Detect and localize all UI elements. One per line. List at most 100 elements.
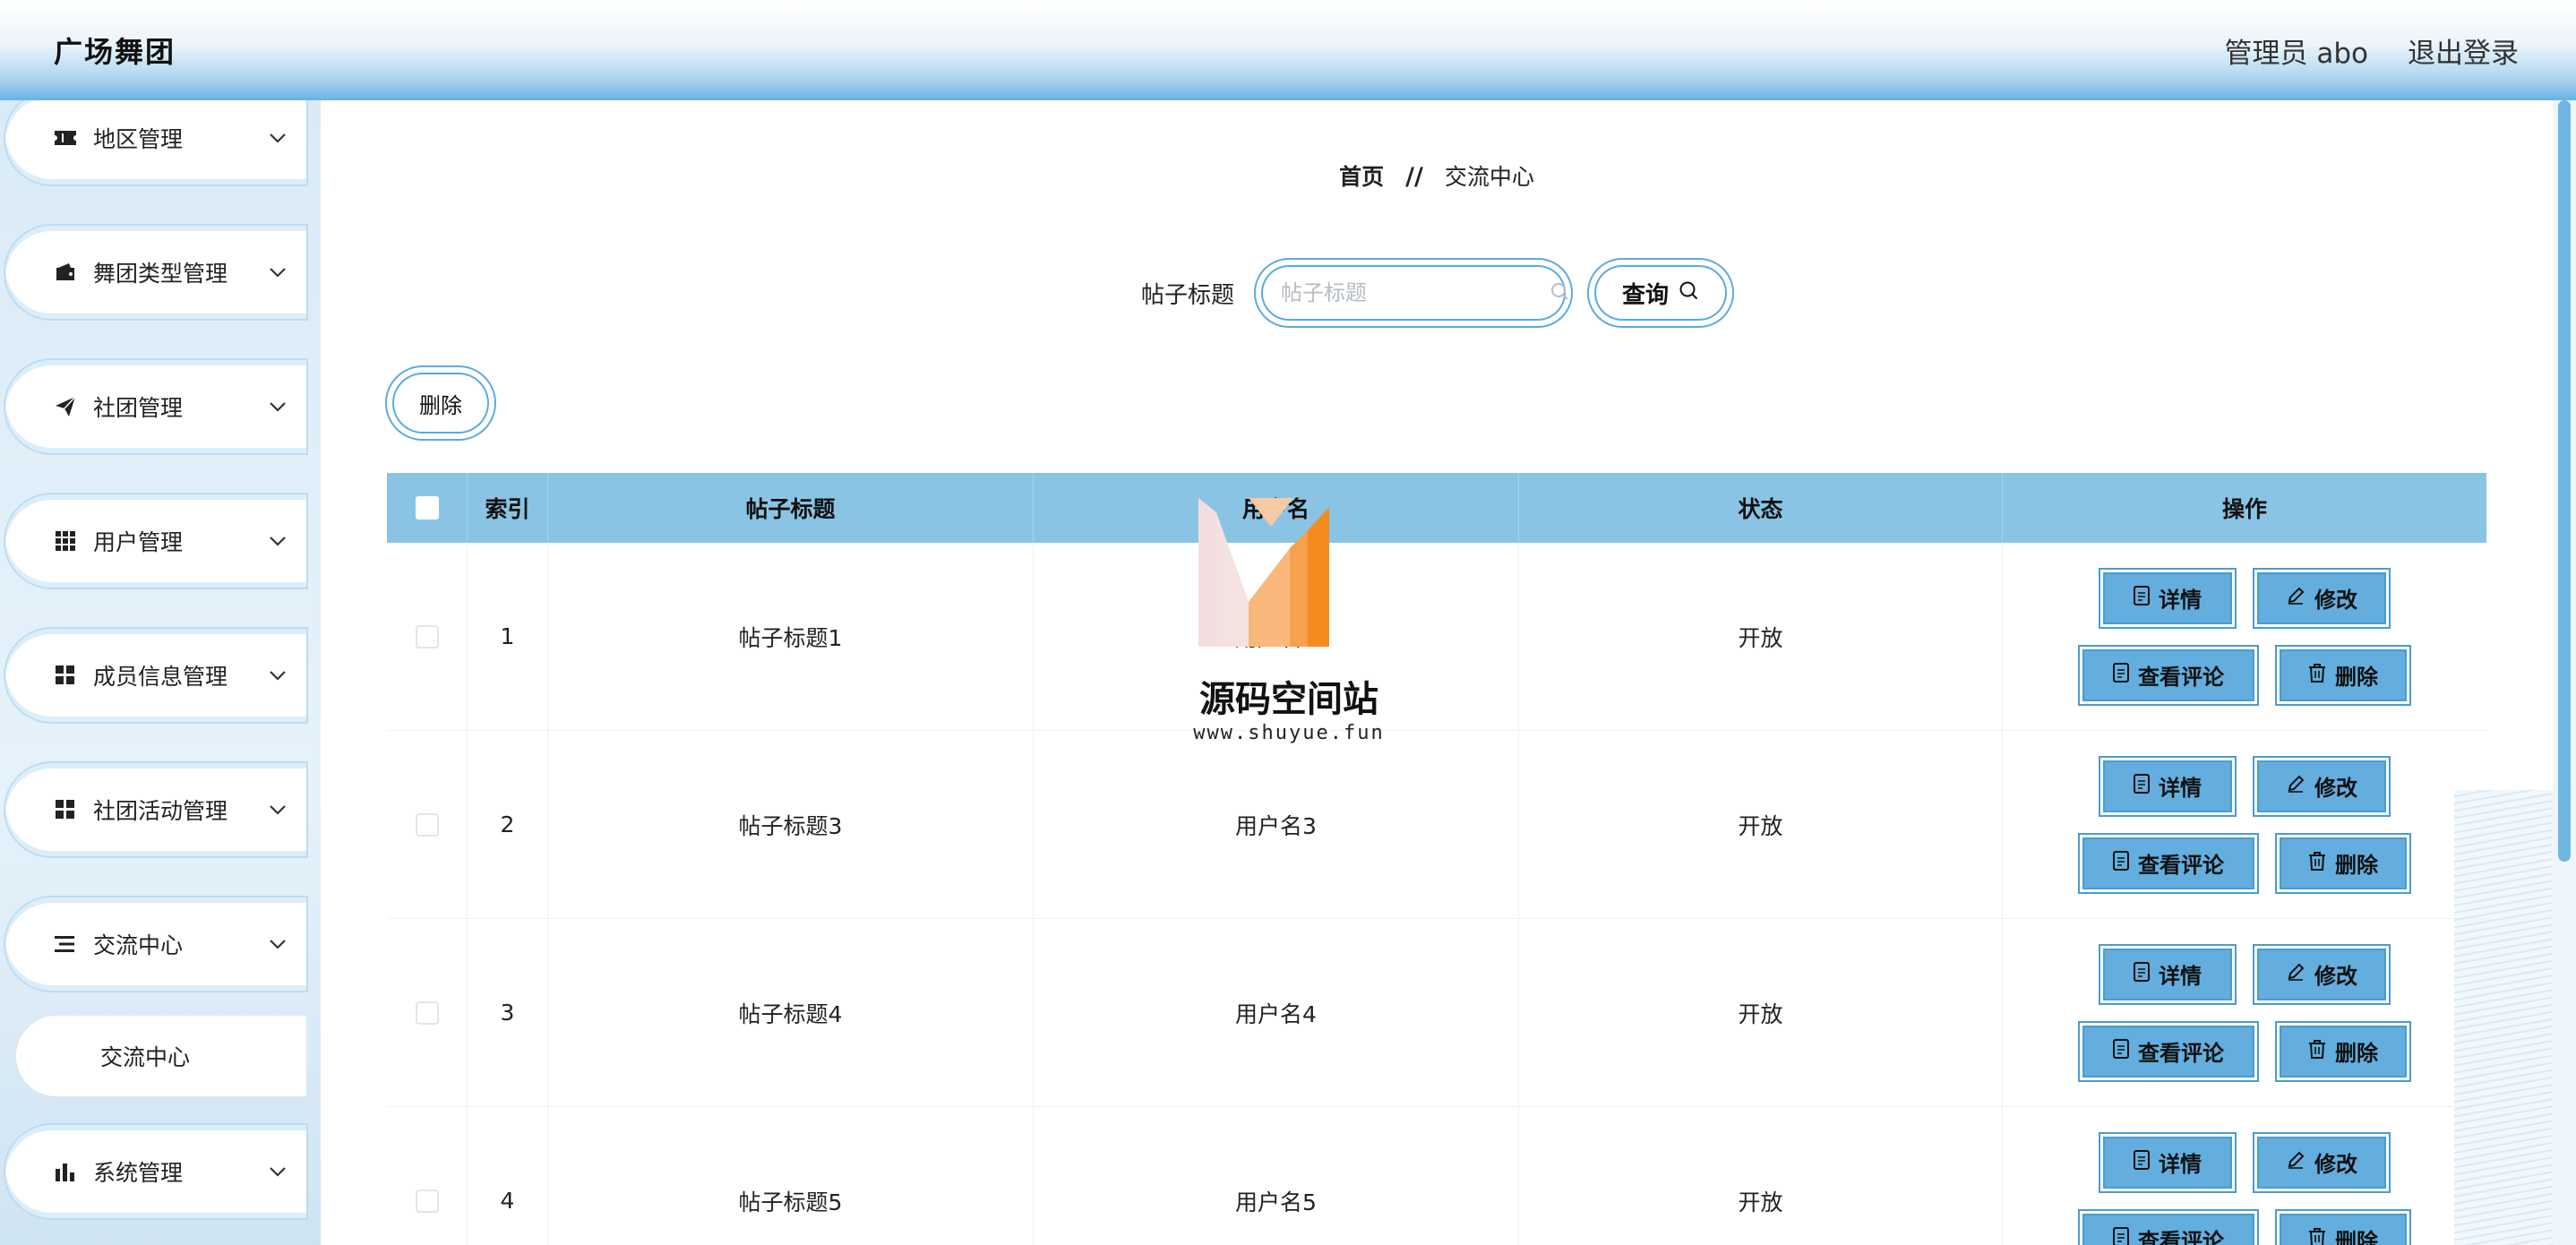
doc-icon [2134, 773, 2150, 799]
trash-icon [2308, 851, 2326, 876]
row-check-cell [387, 1107, 468, 1245]
row-user: 用户名5 [1034, 1107, 1519, 1245]
table-header: 索引 帖子标题 用户名 状态 操作 [387, 473, 2486, 543]
search-input[interactable] [1281, 280, 1550, 305]
edit-button[interactable]: 修改 [2254, 1133, 2389, 1191]
sidebar-item-label: 社团活动管理 [93, 798, 228, 824]
sidebar-item-club[interactable]: 社团管理 [5, 360, 306, 453]
edit-button[interactable]: 修改 [2254, 945, 2389, 1003]
row-check-cell [387, 731, 468, 918]
brand-title: 广场舞团 [54, 35, 176, 69]
detail-button[interactable]: 详情 [2100, 757, 2235, 815]
trash-icon [2308, 1227, 2326, 1245]
row-checkbox[interactable] [415, 624, 439, 648]
admin-user-label[interactable]: 管理员 abo [2225, 30, 2369, 71]
table-row: 3 帖子标题4 用户名4 开放 详情 修改 查看评论 删除 [387, 919, 2486, 1107]
row-user: 用户名3 [1034, 731, 1519, 918]
bar-chart-icon [52, 1158, 79, 1185]
header-actions: 管理员 abo 退出登录 [2225, 30, 2520, 71]
view-comments-button[interactable]: 查看评论 [2080, 646, 2257, 704]
row-title: 帖子标题1 [548, 543, 1034, 730]
doc-icon [2113, 1226, 2129, 1245]
delete-button[interactable]: 删除 [2277, 1022, 2409, 1080]
row-status: 开放 [1519, 543, 2003, 730]
pencil-icon [2286, 1150, 2306, 1175]
sidebar: 地区管理 舞团类型管理 社团管理 用户管理 成员信息管理 社团活动管理 交流中心… [0, 100, 321, 1245]
edit-button[interactable]: 修改 [2254, 757, 2389, 815]
scrollbar-thumb[interactable] [2558, 100, 2571, 862]
view-comments-button[interactable]: 查看评论 [2080, 834, 2257, 892]
sidebar-item-label: 社团管理 [93, 395, 184, 421]
ticket-icon [52, 124, 79, 151]
row-title: 帖子标题5 [548, 1107, 1034, 1245]
sidebar-item-system[interactable]: 系统管理 [5, 1125, 306, 1218]
view-comments-button[interactable]: 查看评论 [2080, 1022, 2257, 1080]
breadcrumb-home[interactable]: 首页 [1339, 164, 1384, 190]
chevron-down-icon [265, 260, 290, 285]
sidebar-item-label: 系统管理 [93, 1160, 184, 1186]
doc-icon [2134, 961, 2150, 987]
column-header-actions: 操作 [2221, 496, 2267, 522]
table-row: 2 帖子标题3 用户名3 开放 详情 修改 查看评论 删除 [387, 731, 2486, 919]
row-actions: 详情 修改 查看评论 删除 [2003, 919, 2486, 1106]
delete-button[interactable]: 删除 [2277, 1210, 2409, 1245]
doc-icon [2113, 850, 2129, 876]
row-checkbox[interactable] [415, 1000, 439, 1025]
row-actions: 详情 修改 查看评论 删除 [2003, 731, 2486, 918]
row-status: 开放 [1519, 919, 2003, 1106]
sidebar-item-members[interactable]: 成员信息管理 [5, 629, 306, 722]
search-bar: 帖子标题 查询 [321, 260, 2553, 326]
sidebar-item-users[interactable]: 用户管理 [5, 494, 306, 588]
sidebar-item-activities[interactable]: 社团活动管理 [5, 763, 306, 856]
trash-icon [2308, 1039, 2326, 1064]
row-check-cell [387, 543, 468, 730]
vertical-scrollbar[interactable] [2553, 100, 2576, 1245]
tiles-icon [52, 796, 79, 823]
delete-button[interactable]: 删除 [2277, 646, 2409, 704]
pencil-icon [2286, 586, 2306, 611]
breadcrumb-separator: // [1405, 163, 1423, 191]
detail-button[interactable]: 详情 [2100, 1133, 2235, 1191]
delete-button[interactable]: 删除 [2277, 834, 2409, 892]
column-header-index: 索引 [468, 473, 548, 543]
doc-icon [2113, 1038, 2129, 1064]
sidebar-item-dance-type[interactable]: 舞团类型管理 [5, 226, 306, 319]
batch-delete-button[interactable]: 删除 [387, 367, 494, 439]
row-title: 帖子标题4 [548, 919, 1034, 1106]
query-button-label: 查询 [1621, 281, 1669, 309]
edit-button[interactable]: 修改 [2254, 569, 2389, 627]
search-icon [1678, 279, 1699, 307]
pencil-icon [2286, 962, 2306, 987]
search-field[interactable] [1256, 260, 1571, 326]
submenu-item-forum[interactable]: 交流中心 [16, 1016, 306, 1096]
logout-link[interactable]: 退出登录 [2408, 30, 2519, 71]
breadcrumb-current: 交流中心 [1444, 164, 1534, 190]
chevron-down-icon [265, 528, 290, 554]
row-checkbox[interactable] [415, 812, 439, 837]
sidebar-item-label: 成员信息管理 [93, 664, 228, 690]
sidebar-item-region[interactable]: 地区管理 [5, 100, 306, 185]
grid-dots-icon [52, 528, 79, 554]
select-all-checkbox[interactable] [415, 496, 439, 519]
chevron-down-icon [265, 125, 290, 150]
chevron-down-icon [265, 797, 290, 822]
query-button[interactable]: 查询 [1589, 260, 1732, 326]
view-comments-button[interactable]: 查看评论 [2080, 1210, 2257, 1245]
search-label: 帖子标题 [1140, 281, 1234, 309]
sidebar-item-label: 用户管理 [93, 529, 184, 555]
detail-button[interactable]: 详情 [2100, 569, 2235, 627]
sidebar-item-forum[interactable]: 交流中心 [5, 897, 306, 991]
breadcrumb: 首页 // 交流中心 [321, 159, 2553, 192]
sidebar-item-label: 交流中心 [93, 932, 184, 958]
posts-table: 索引 帖子标题 用户名 状态 操作 1 帖子标题1 用户名1 开放 详情 修改 … [387, 473, 2486, 1245]
list-icon [52, 931, 79, 957]
row-checkbox[interactable] [415, 1189, 439, 1213]
doc-icon [2113, 662, 2129, 688]
row-actions: 详情 修改 查看评论 删除 [2003, 543, 2486, 730]
top-header: 广场舞团 管理员 abo 退出登录 [0, 0, 2576, 100]
chevron-down-icon [265, 663, 290, 688]
detail-button[interactable]: 详情 [2100, 945, 2235, 1003]
row-index: 2 [468, 731, 548, 918]
chevron-down-icon [265, 1159, 290, 1184]
row-user: 用户名1 [1034, 543, 1519, 730]
